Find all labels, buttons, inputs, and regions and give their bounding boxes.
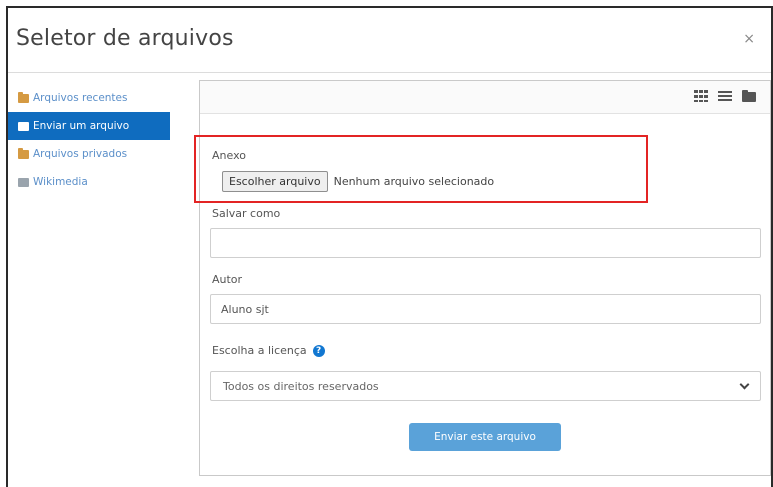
wikimedia-icon — [18, 177, 29, 187]
sidebar-item-label: Enviar um arquivo — [33, 120, 130, 132]
author-input[interactable] — [210, 294, 761, 324]
view-switcher — [694, 90, 756, 102]
sidebar-item-private-files[interactable]: Arquivos privados — [8, 140, 170, 168]
sidebar-item-recent-files[interactable]: Arquivos recentes — [8, 84, 170, 112]
save-as-input[interactable] — [210, 228, 761, 258]
sidebar-item-label: Wikimedia — [33, 176, 88, 188]
upload-panel: Anexo Escolher arquivo Nenhum arquivo se… — [199, 80, 771, 476]
view-toolbar — [200, 81, 770, 114]
title-divider — [8, 72, 771, 73]
frame-left-edge — [6, 6, 8, 487]
license-selected-value: Todos os direitos reservados — [223, 379, 379, 393]
dialog-title: Seletor de arquivos — [16, 26, 234, 51]
tree-view-icon[interactable] — [742, 90, 756, 102]
grid-view-icon[interactable] — [694, 90, 708, 102]
chevron-down-icon — [739, 379, 750, 389]
license-select[interactable]: Todos os direitos reservados — [210, 371, 761, 401]
list-view-icon[interactable] — [718, 90, 732, 102]
close-icon[interactable]: × — [743, 32, 755, 46]
help-icon[interactable]: ? — [312, 345, 325, 357]
sidebar-item-wikimedia[interactable]: Wikimedia — [8, 168, 170, 196]
author-label: Autor — [212, 273, 243, 286]
folder-icon — [18, 91, 29, 103]
upload-icon — [18, 121, 29, 131]
attachment-field: Escolher arquivo Nenhum arquivo selecion… — [222, 171, 494, 192]
choose-file-button[interactable]: Escolher arquivo — [222, 171, 328, 192]
file-status-text: Nenhum arquivo selecionado — [333, 175, 495, 188]
sidebar-item-upload-file[interactable]: Enviar um arquivo — [8, 112, 170, 140]
file-picker-dialog: Seletor de arquivos × Arquivos recentes … — [0, 0, 773, 487]
attachment-label: Anexo — [212, 149, 246, 162]
license-label-row: Escolha a licença? — [212, 344, 325, 357]
sidebar-item-label: Arquivos recentes — [33, 92, 128, 104]
repository-sidebar: Arquivos recentes Enviar um arquivo Arqu… — [8, 84, 170, 196]
license-label: Escolha a licença — [212, 344, 307, 357]
sidebar-item-label: Arquivos privados — [33, 148, 128, 160]
upload-file-button[interactable]: Enviar este arquivo — [409, 423, 561, 451]
save-as-label: Salvar como — [212, 207, 281, 220]
folder-icon — [18, 147, 29, 159]
frame-top-edge — [6, 6, 773, 8]
